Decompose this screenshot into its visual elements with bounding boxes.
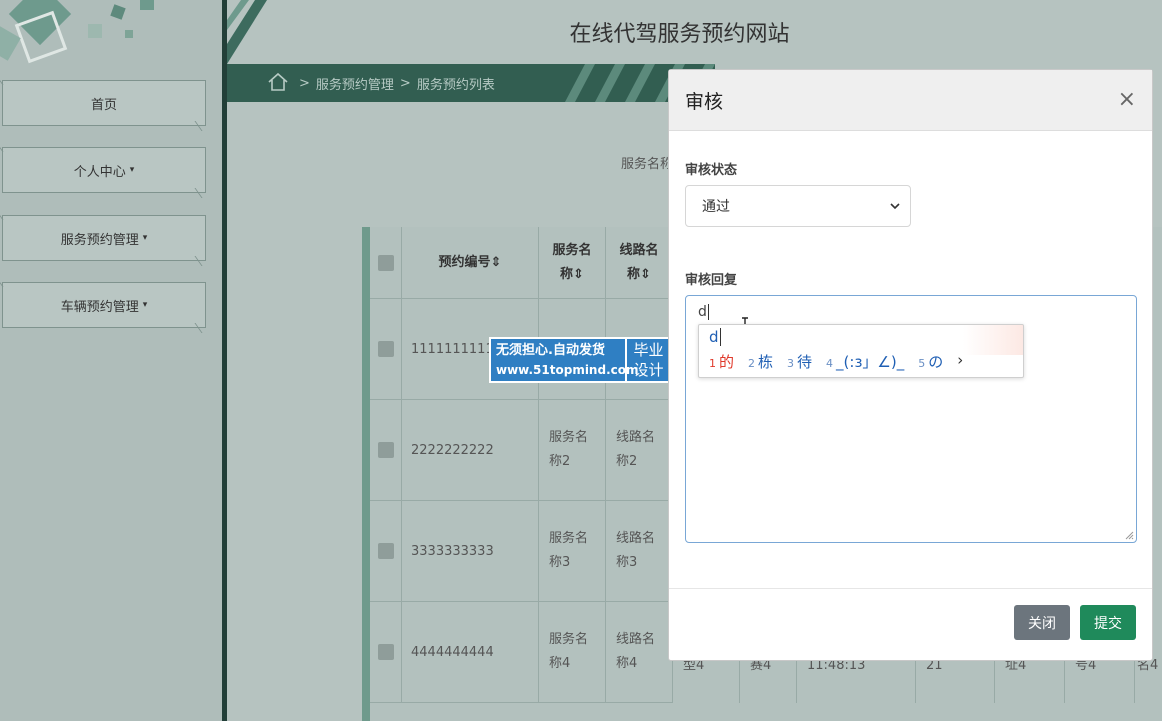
row-checkbox[interactable] xyxy=(377,442,394,458)
ime-candidate-popup: d 1的 2栋 3待 4 _(:з」∠)_ 5の › xyxy=(698,324,1024,378)
table-cell-route: 线路名 称3 xyxy=(606,501,673,602)
watermark-tag: 毕业 xyxy=(633,341,664,359)
sidebar-item-home[interactable]: 首页 xyxy=(2,80,206,126)
breadcrumb: > 服务预约管理 > 服务预约列表 xyxy=(227,64,715,102)
ime-candidate-text: の xyxy=(928,353,944,371)
select-all-cell xyxy=(370,227,402,299)
ime-composition-text: d xyxy=(709,328,719,346)
watermark-url: www.51topmind.com xyxy=(496,363,639,377)
close-button[interactable]: 关闭 xyxy=(1014,605,1070,640)
watermark-tag: 设计 xyxy=(633,361,664,379)
breadcrumb-item[interactable]: 服务预约管理 xyxy=(316,74,394,93)
sidebar-item-label: 服务预约管理 xyxy=(60,232,139,248)
breadcrumb-item: 服务预约列表 xyxy=(416,77,495,93)
row-select-cell xyxy=(370,400,402,501)
row-select-cell xyxy=(370,602,402,703)
status-select-value: 通过 xyxy=(702,199,730,215)
sidebar: 首页 个人中心 ▾ 服务预约管理 ▾ 车辆预约管理 ▾ xyxy=(0,0,222,721)
watermark-text: 无须担心.自动发货 xyxy=(496,343,605,358)
resize-grip-icon[interactable] xyxy=(1125,531,1134,540)
ime-candidate-text: 待 xyxy=(797,353,813,371)
table-cell-service: 服务名 称2 xyxy=(539,400,606,501)
table-cell-service: 服务名 称3 xyxy=(539,501,606,602)
breadcrumb-separator: > xyxy=(299,75,310,91)
sidebar-item-service-booking[interactable]: 服务预约管理 ▾ xyxy=(2,215,206,261)
row-select-cell xyxy=(370,501,402,602)
ime-candidate-text: _(:з」∠)_ xyxy=(836,353,905,371)
ime-candidate-number: 2 xyxy=(748,357,756,370)
modal-title: 审核 xyxy=(685,90,724,113)
ime-candidate[interactable]: 5の xyxy=(918,351,943,372)
select-all-checkbox[interactable] xyxy=(377,254,394,271)
home-icon[interactable] xyxy=(267,72,289,92)
row-select-cell xyxy=(370,299,402,400)
sidebar-decoration xyxy=(0,0,154,64)
chevron-right-icon[interactable]: › xyxy=(957,351,963,372)
modal-footer: 关闭 提交 xyxy=(669,588,1152,660)
sidebar-item-label: 首页 xyxy=(90,97,117,113)
row-checkbox[interactable] xyxy=(377,341,394,357)
reply-text: d xyxy=(698,304,707,320)
sidebar-item-vehicle-booking[interactable]: 车辆预约管理 ▾ xyxy=(2,282,206,328)
ime-candidate[interactable]: 3待 xyxy=(787,351,812,372)
submit-button[interactable]: 提交 xyxy=(1080,605,1136,640)
table-cell-id: 2222222222 xyxy=(402,400,539,501)
chevron-down-icon xyxy=(890,203,900,210)
table-cell-id: 3333333333 xyxy=(402,501,539,602)
table-cell-id: 4444444444 xyxy=(402,602,539,703)
ime-candidate-number: 3 xyxy=(787,357,795,370)
table-cell-route: 线路名 称2 xyxy=(606,400,673,501)
status-label: 审核状态 xyxy=(685,163,738,178)
caret-down-icon: ▾ xyxy=(142,300,148,310)
table-cell-route: 线路名 称4 xyxy=(606,602,673,703)
ime-candidate[interactable]: 4 _(:з」∠)_ xyxy=(826,351,904,372)
sidebar-item-label: 个人中心 xyxy=(73,164,126,180)
column-header-service[interactable]: 服务名 称⇕ xyxy=(539,227,606,299)
ime-candidate-text: 的 xyxy=(719,353,735,371)
breadcrumb-separator: > xyxy=(399,75,411,91)
close-icon[interactable]: × xyxy=(1118,89,1136,111)
row-checkbox[interactable] xyxy=(377,543,394,559)
column-header-route[interactable]: 线路名 称⇕ xyxy=(606,227,673,299)
column-header-id[interactable]: 预约编号⇕ xyxy=(402,227,539,299)
ime-candidate-number: 4 xyxy=(826,357,834,370)
ime-candidate-number: 1 xyxy=(709,357,716,370)
row-checkbox[interactable] xyxy=(377,644,394,660)
review-modal: 审核 × 审核状态 通过 审核回复 d d 1的 2栋 3待 4 _(:з」∠)_… xyxy=(668,69,1153,661)
ime-composition: d xyxy=(709,328,721,346)
modal-header: 审核 × xyxy=(669,70,1152,131)
watermark-badge: 无须担心.自动发货 www.51topmind.com 毕业 设计 xyxy=(489,337,672,383)
table-cell-service: 服务名 称4 xyxy=(539,602,606,703)
sidebar-item-personal-center[interactable]: 个人中心 ▾ xyxy=(2,147,206,193)
sidebar-divider xyxy=(222,0,227,721)
caret-down-icon: ▾ xyxy=(129,165,135,175)
ime-candidate[interactable]: 1的 xyxy=(709,351,734,372)
search-label: 服务名称 xyxy=(621,157,674,172)
ime-decoration xyxy=(963,325,1023,355)
reply-label: 审核回复 xyxy=(685,273,738,288)
page-title: 在线代驾服务预约网站 xyxy=(569,22,790,47)
caret-down-icon: ▾ xyxy=(142,233,148,243)
ime-candidate-number: 5 xyxy=(918,357,926,370)
status-select[interactable]: 通过 xyxy=(685,185,911,227)
sidebar-item-label: 车辆预约管理 xyxy=(60,299,139,315)
ime-candidate-text: 栋 xyxy=(758,353,774,371)
ime-candidate[interactable]: 2栋 xyxy=(748,351,773,372)
